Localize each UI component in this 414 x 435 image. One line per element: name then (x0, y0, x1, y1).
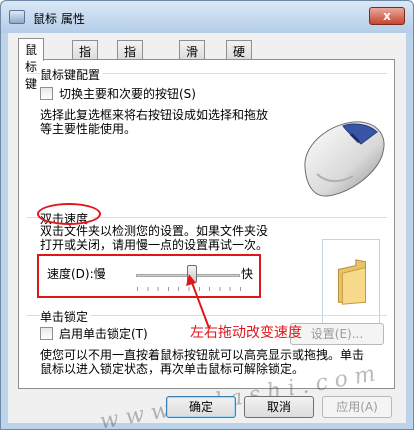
button-config-title: 鼠标键配置 (40, 66, 104, 83)
click-lock-description-line2: 鼠标以进入锁定状态，再次单击鼠标可解除锁定。 (40, 362, 305, 376)
folder-icon[interactable] (323, 240, 379, 324)
double-click-description-line2: 打开或关闭，请用慢一点的设置再试一次。 (40, 238, 269, 252)
click-lock-settings-button[interactable]: 设置(E)... (290, 323, 384, 345)
close-button[interactable]: x (369, 7, 405, 25)
tab-pointer-options[interactable]: 指针选项 (117, 40, 144, 110)
mouse-app-icon (9, 10, 25, 24)
cancel-button[interactable]: 取消 (244, 396, 314, 418)
annotation-highlight-box (37, 254, 261, 298)
annotation-ellipse (37, 203, 101, 225)
swap-description-line2: 等主要性能使用。 (40, 122, 137, 136)
window-title: 鼠标 属性 (33, 12, 85, 26)
annotation-arrow (186, 274, 210, 329)
swap-buttons-checkbox[interactable] (40, 87, 53, 100)
tab-buttons[interactable]: 鼠标键 (18, 38, 45, 91)
annotation-text: 左右拖动改变速度 (190, 325, 302, 341)
tab-pointers[interactable]: 指针 (72, 40, 99, 76)
tab-wheel[interactable]: 滑轮 (179, 40, 206, 76)
click-lock-label[interactable]: 启用单击锁定(T) (59, 327, 148, 341)
click-lock-description-line1: 使您可以不用一直按着鼠标按钮就可以高亮显示或拖拽。单击 (40, 348, 365, 362)
double-click-description-line1: 双击文件夹以检测您的设置。如果文件夹没 (40, 224, 269, 238)
dialog-client: 鼠标键 指针 指针选项 滑轮 硬件 鼠标键配置 切换主要和次要的按钮(S) 选择… (8, 33, 406, 435)
click-lock-title: 单击锁定 (40, 308, 92, 325)
test-folder-area[interactable] (322, 239, 380, 325)
click-lock-checkbox[interactable] (40, 327, 53, 340)
apply-button[interactable]: 应用(A) (322, 396, 392, 418)
ok-button[interactable]: 确定 (166, 396, 236, 418)
mouse-properties-window: 鼠标 属性 x 鼠标键 指针 指针选项 滑轮 硬件 鼠标键配置 切换主要和次要的… (0, 0, 414, 435)
tab-panel-buttons: 鼠标键配置 切换主要和次要的按钮(S) 选择此复选框来将右按钮设成如选择和拖放 … (18, 59, 395, 389)
swap-description-line1: 选择此复选框来将右按钮设成如选择和拖放 (40, 108, 269, 122)
mouse-image (304, 121, 385, 197)
title-bar[interactable]: 鼠标 属性 x (1, 1, 413, 33)
tab-hardware[interactable]: 硬件 (226, 40, 253, 76)
swap-buttons-label[interactable]: 切换主要和次要的按钮(S) (59, 87, 196, 101)
